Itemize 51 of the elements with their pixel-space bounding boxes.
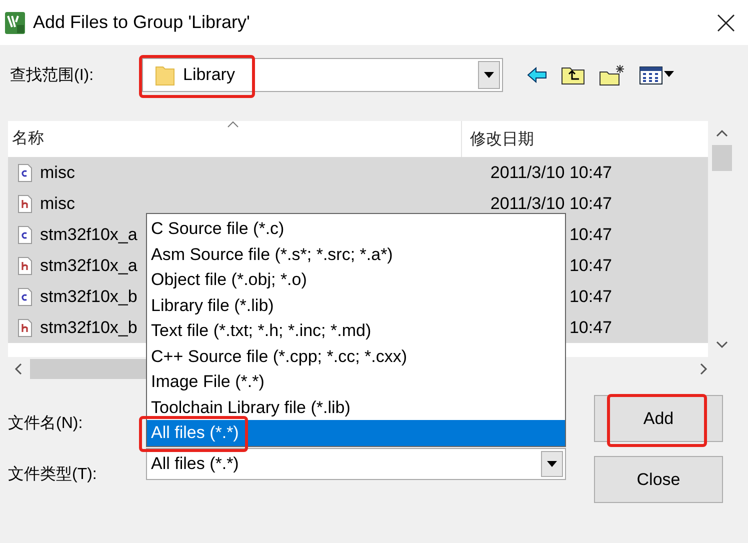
h-file-icon [18, 318, 32, 336]
modified-date: 10:47 [569, 318, 612, 338]
modified-date: 10:47 [569, 224, 612, 244]
h-file-icon [18, 256, 32, 274]
file-name: stm32f10x_b [40, 286, 138, 306]
file-type-option[interactable]: Object file (*.obj; *.o) [147, 267, 565, 292]
window-title: Add Files to Group 'Library' [33, 12, 251, 33]
file-name: stm32f10x_a [40, 224, 138, 244]
file-type-option[interactable]: C Source file (*.c) [147, 216, 565, 242]
c-file-icon [18, 288, 32, 306]
c-file-icon [18, 164, 32, 182]
scroll-right-icon[interactable] [700, 363, 708, 375]
close-icon[interactable] [716, 12, 736, 32]
file-type-option[interactable]: Toolchain Library file (*.lib) [147, 394, 565, 420]
h-file-icon [18, 194, 32, 212]
file-type-option[interactable]: All files (*.*) [147, 420, 565, 446]
file-type-option[interactable]: Asm Source file (*.s*; *.src; *.a*) [147, 242, 565, 267]
close-button[interactable]: Close [594, 456, 723, 503]
app-icon [5, 12, 25, 34]
file-row[interactable]: misc 2011/3/10 10:47 [8, 157, 708, 188]
look-in-dropdown[interactable]: Library [142, 58, 503, 92]
up-folder-icon[interactable] [561, 65, 585, 85]
file-name: misc [40, 162, 75, 182]
scroll-up-icon[interactable] [716, 129, 728, 137]
column-header[interactable]: 修改日期 [462, 128, 534, 150]
view-menu-icon[interactable] [639, 65, 675, 85]
file-type-option[interactable]: C++ Source file (*.cpp; *.cc; *.cxx) [147, 344, 565, 369]
scroll-thumb[interactable] [712, 145, 732, 171]
file-type-option[interactable]: Image File (*.*) [147, 369, 565, 394]
file-name: misc [40, 194, 75, 214]
look-in-label: 查找范围(I): [9, 66, 95, 86]
new-folder-icon[interactable] [599, 64, 625, 86]
file-type-option[interactable]: Text file (*.txt; *.h; *.inc; *.md) [147, 318, 565, 344]
modified-date: 10:47 [569, 256, 612, 276]
modified-date: 2011/3/10 10:47 [490, 194, 612, 214]
file-type-value: All files (*.*) [151, 454, 240, 474]
modified-date: 10:47 [569, 286, 612, 306]
file-name: stm32f10x_b [40, 318, 138, 338]
file-name-label: 文件名(N): [8, 414, 84, 434]
file-type-label: 文件类型(T): [8, 464, 98, 485]
modified-date: 2011/3/10 10:47 [490, 162, 612, 182]
folder-icon [155, 64, 175, 86]
folder-name: Library [183, 65, 236, 85]
file-type-dropdown[interactable]: All files (*.*) [146, 448, 566, 480]
c-file-icon [18, 226, 32, 244]
scroll-down-icon[interactable] [716, 341, 728, 349]
back-arrow-icon[interactable] [527, 67, 547, 83]
file-type-option[interactable]: Library file (*.lib) [147, 292, 565, 318]
scroll-left-icon[interactable] [14, 363, 22, 375]
file-name: stm32f10x_a [40, 256, 138, 276]
add-button[interactable]: Add [594, 395, 723, 442]
